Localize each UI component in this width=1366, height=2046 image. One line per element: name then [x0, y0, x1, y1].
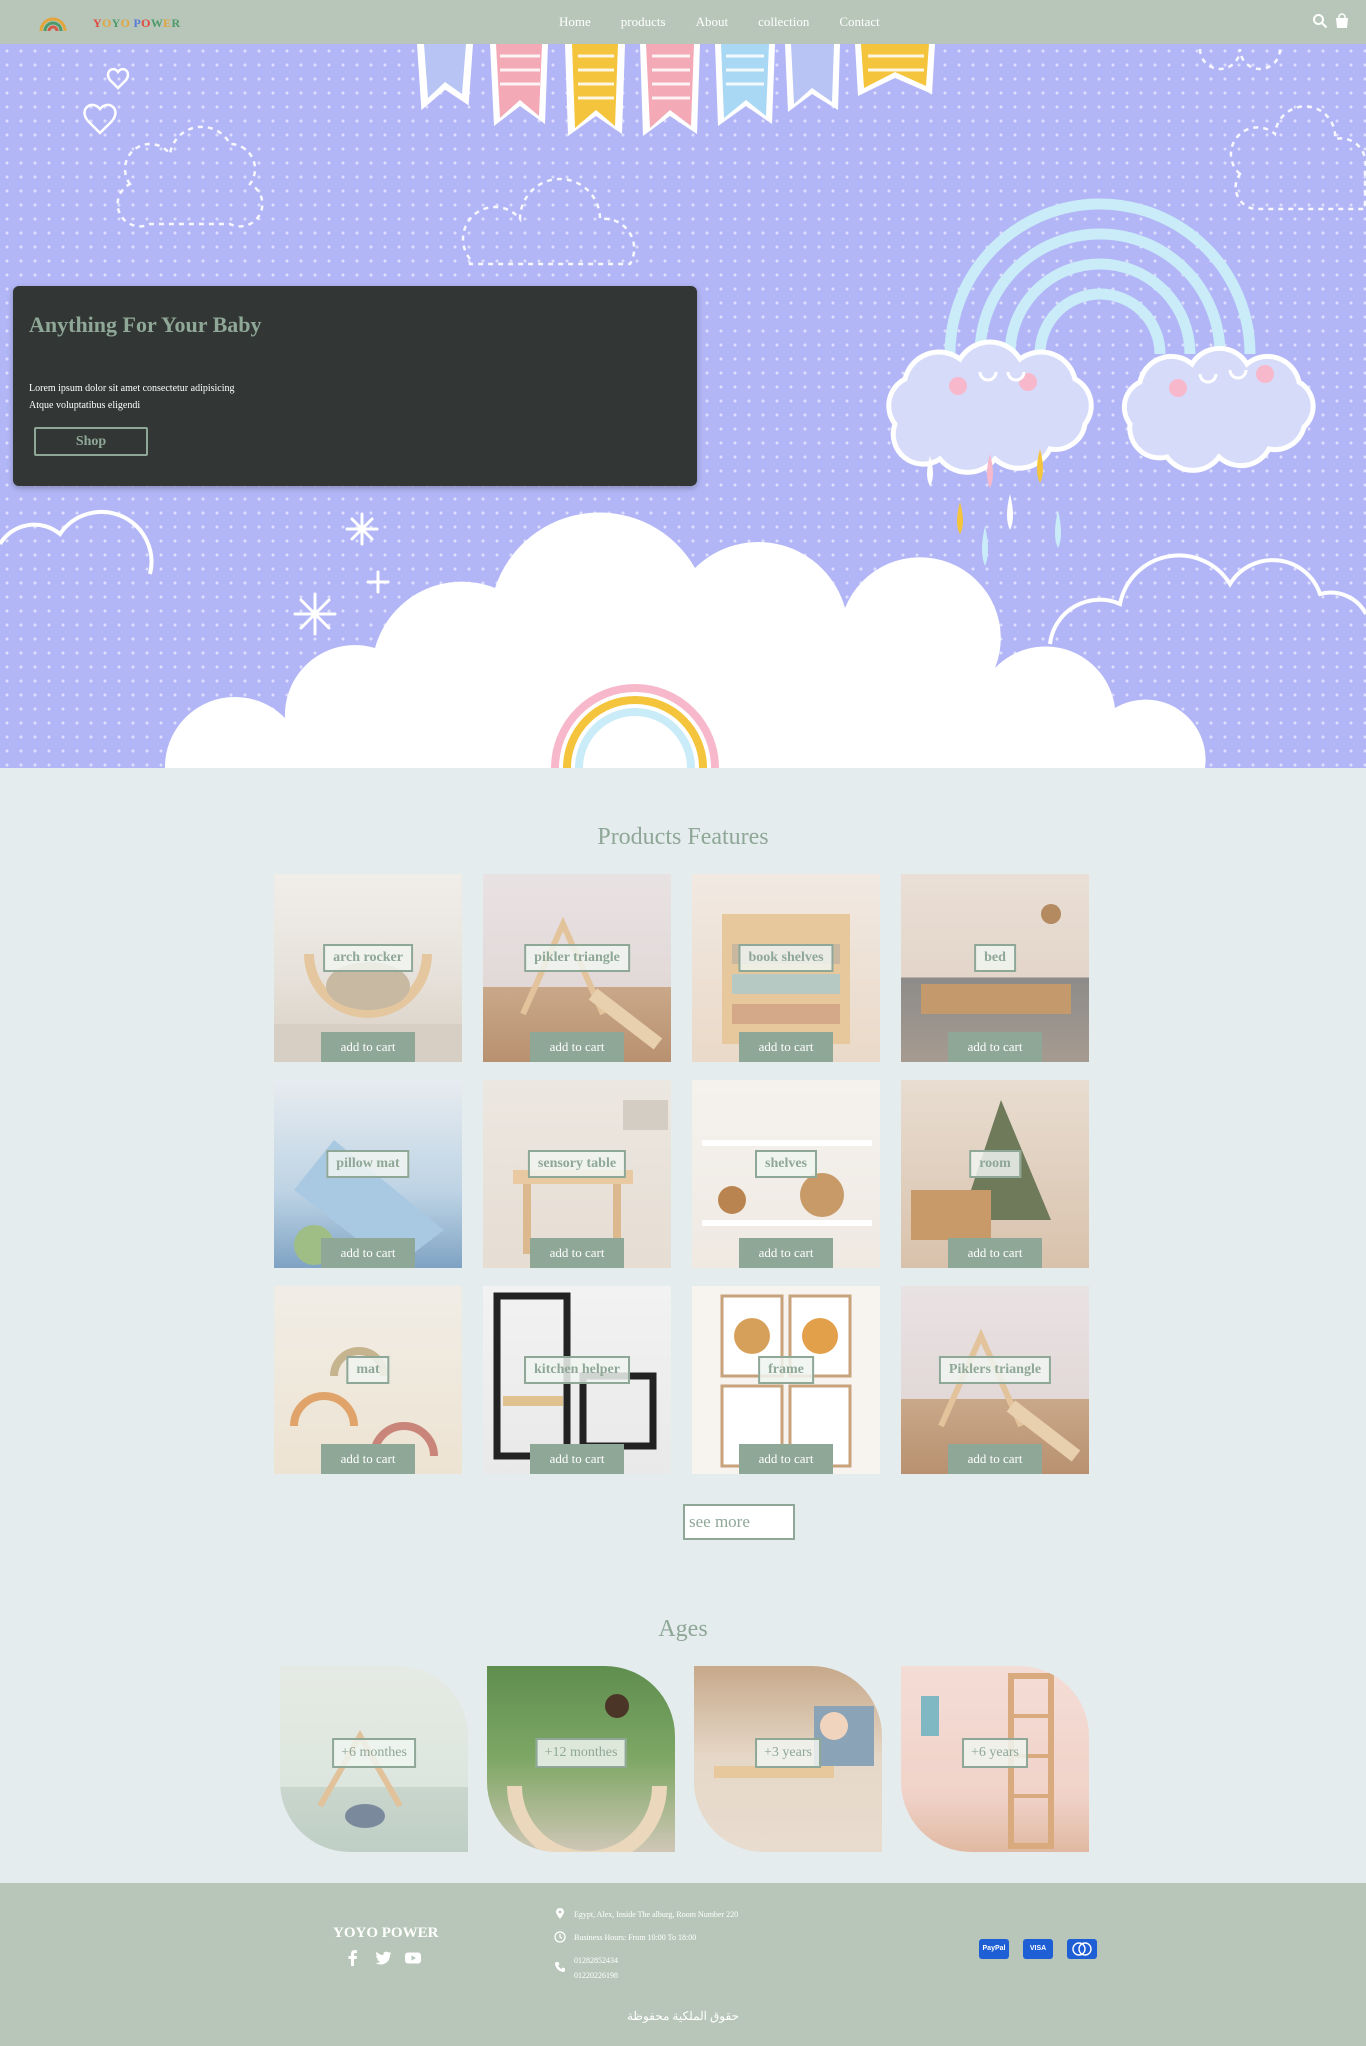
add-to-cart-button[interactable]: add to cart	[530, 1238, 624, 1268]
hero-subtitle: Lorem ipsum dolor sit amet consectetur a…	[29, 380, 429, 414]
product-card[interactable]: frame add to cart	[692, 1286, 880, 1474]
product-name: bed	[974, 944, 1016, 972]
bunting-flags	[416, 44, 935, 136]
footer-contact-info: Egypt, Alex, Inside The alburg, Room Num…	[554, 1907, 738, 1991]
nav-link-about[interactable]: About	[696, 14, 729, 30]
product-card[interactable]: book shelves add to cart	[692, 874, 880, 1062]
product-name: book shelves	[738, 944, 834, 972]
ages-section-title: Ages	[658, 1616, 708, 1642]
nav-link-collection[interactable]: collection	[758, 14, 809, 30]
facebook-icon[interactable]	[344, 1949, 362, 1967]
hero-card: Anything For Your Baby Lorem ipsum dolor…	[13, 286, 697, 486]
product-name: mat	[346, 1356, 390, 1384]
footer-address-row: Egypt, Alex, Inside The alburg, Room Num…	[554, 1907, 738, 1922]
copyright-text: حقوق الملكية محفوظة	[626, 2009, 739, 2023]
add-to-cart-button[interactable]: add to cart	[948, 1238, 1042, 1268]
add-to-cart-button[interactable]: add to cart	[739, 1032, 833, 1062]
products-section-title: Products Features	[597, 824, 769, 850]
hero-banner: Anything For Your Baby Lorem ipsum dolor…	[0, 44, 1366, 768]
visa-icon: VISA	[1023, 1939, 1053, 1959]
nav-links: Home products About collection Contact	[559, 14, 910, 30]
age-card[interactable]: +6 monthes	[280, 1666, 468, 1852]
product-card[interactable]: pillow mat add to cart	[274, 1080, 462, 1268]
product-card[interactable]: mat add to cart	[274, 1286, 462, 1474]
age-label: +6 monthes	[332, 1738, 416, 1768]
nav-link-products[interactable]: products	[621, 14, 666, 30]
add-to-cart-button[interactable]: add to cart	[321, 1032, 415, 1062]
product-name: room	[969, 1150, 1021, 1178]
product-card[interactable]: room add to cart	[901, 1080, 1089, 1268]
add-to-cart-button[interactable]: add to cart	[321, 1238, 415, 1268]
footer-social-links	[344, 1949, 422, 1967]
product-name: pikler triangle	[524, 944, 630, 972]
product-card[interactable]: kitchen helper add to cart	[483, 1286, 671, 1474]
rainbow-logo-icon[interactable]	[38, 7, 68, 37]
product-name: kitchen helper	[524, 1356, 630, 1384]
product-card[interactable]: sensory table add to cart	[483, 1080, 671, 1268]
mastercard-icon	[1067, 1939, 1097, 1959]
add-to-cart-button[interactable]: add to cart	[739, 1238, 833, 1268]
see-more-button[interactable]: see more	[683, 1504, 795, 1540]
product-name: pillow mat	[326, 1150, 410, 1178]
payment-methods: PayPal VISA	[979, 1939, 1097, 1959]
add-to-cart-button[interactable]: add to cart	[948, 1444, 1042, 1474]
hero-subtitle-line-2: Atque voluptatibus eligendi	[29, 400, 141, 411]
add-to-cart-button[interactable]: add to cart	[739, 1444, 833, 1474]
product-name: frame	[758, 1356, 814, 1384]
ages-list: +6 monthes +12 monthes +3 years +6 years	[280, 1666, 1090, 1852]
product-name: arch rocker	[323, 944, 413, 972]
top-nav: YOYO POWER Home products About collectio…	[0, 0, 1366, 44]
age-card[interactable]: +3 years	[694, 1666, 882, 1852]
footer-phone-1[interactable]: 01282852434	[574, 1953, 618, 1968]
clock-icon	[554, 1931, 566, 1943]
footer-phone-row: 01282852434 01220226198	[554, 1953, 738, 1983]
youtube-icon[interactable]	[404, 1949, 422, 1967]
product-card[interactable]: shelves add to cart	[692, 1080, 880, 1268]
hero-title: Anything For Your Baby	[29, 312, 262, 337]
product-card[interactable]: arch rocker add to cart	[274, 874, 462, 1062]
shop-button[interactable]: Shop	[34, 427, 148, 456]
add-to-cart-button[interactable]: add to cart	[321, 1444, 415, 1474]
footer-hours-row: Business Hours: From 10:00 To 18:00	[554, 1930, 738, 1945]
twitter-icon[interactable]	[374, 1949, 392, 1967]
products-grid: arch rocker add to cart pikler triangle …	[274, 874, 1090, 1474]
add-to-cart-button[interactable]: add to cart	[948, 1032, 1042, 1062]
footer-hours: Business Hours: From 10:00 To 18:00	[574, 1933, 697, 1942]
add-to-cart-button[interactable]: add to cart	[530, 1444, 624, 1474]
add-to-cart-button[interactable]: add to cart	[530, 1032, 624, 1062]
paypal-icon: PayPal	[979, 1939, 1009, 1959]
footer-phone-2[interactable]: 01220226198	[574, 1968, 618, 1983]
footer-brand: YOYO POWER	[333, 1925, 439, 1941]
footer: YOYO POWER Egypt, Alex, Inside The albur…	[0, 1883, 1366, 2046]
product-name: Piklers triangle	[938, 1356, 1052, 1384]
product-card[interactable]: pikler triangle add to cart	[483, 874, 671, 1062]
age-label: +3 years	[755, 1738, 821, 1768]
product-name: shelves	[755, 1150, 817, 1178]
nav-link-home[interactable]: Home	[559, 14, 591, 30]
location-pin-icon	[556, 1908, 564, 1919]
nav-link-contact[interactable]: Contact	[839, 14, 879, 30]
hero-subtitle-line-1: Lorem ipsum dolor sit amet consectetur a…	[29, 383, 235, 394]
age-card[interactable]: +6 years	[901, 1666, 1089, 1852]
age-card[interactable]: +12 monthes	[487, 1666, 675, 1852]
age-label: +6 years	[962, 1738, 1028, 1768]
product-card[interactable]: bed add to cart	[901, 874, 1089, 1062]
brand-name[interactable]: YOYO POWER	[93, 16, 180, 31]
footer-address: Egypt, Alex, Inside The alburg, Room Num…	[574, 1910, 739, 1919]
shopping-bag-icon[interactable]	[1334, 13, 1350, 29]
product-name: sensory table	[527, 1150, 627, 1178]
phone-icon	[555, 1962, 565, 1972]
search-icon[interactable]	[1312, 13, 1328, 29]
footer-phones: 01282852434 01220226198	[574, 1953, 618, 1983]
product-card[interactable]: Piklers triangle add to cart	[901, 1286, 1089, 1474]
nav-icons	[1312, 13, 1350, 29]
age-label: +12 monthes	[535, 1738, 627, 1768]
